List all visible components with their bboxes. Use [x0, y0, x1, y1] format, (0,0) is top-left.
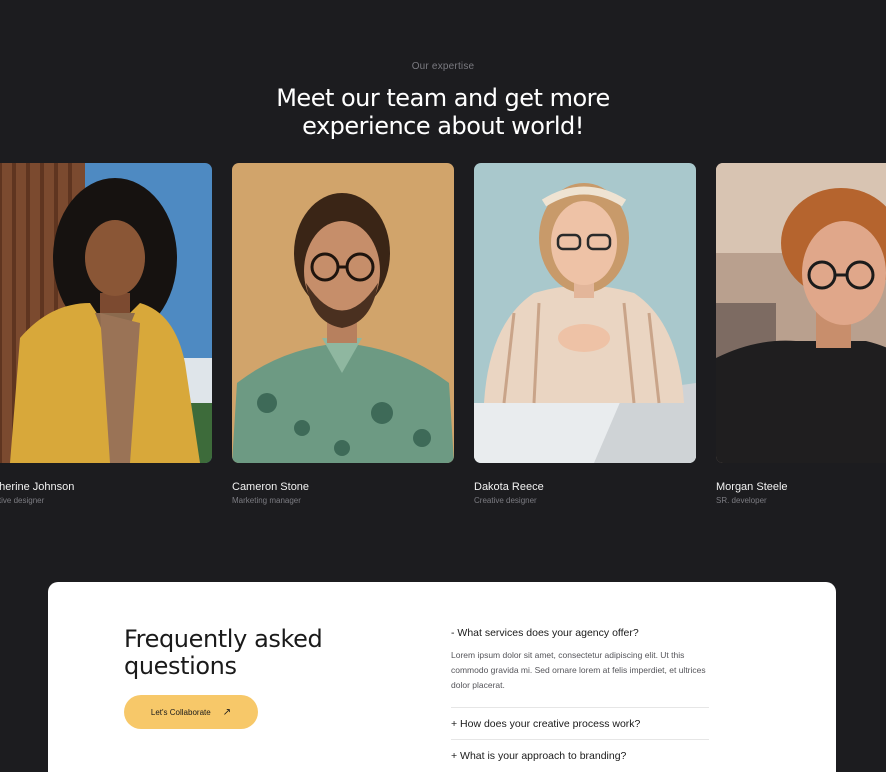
team-card[interactable]: Morgan Steele SR. developer [716, 163, 886, 505]
headline-line-1: Meet our team and get more [276, 84, 610, 112]
lets-collaborate-button[interactable]: Let's Collaborate ↗ [124, 695, 258, 729]
team-member-name: Dakota Reece [474, 481, 544, 493]
faq-title: Frequently asked questions [124, 625, 323, 680]
team-member-role: Creative designer [474, 496, 537, 505]
team-member-name: atherine Johnson [0, 481, 75, 493]
faq-list: - What services does your agency offer? … [451, 626, 709, 771]
team-card[interactable]: atherine Johnson eative designer [0, 163, 212, 505]
team-member-role: Marketing manager [232, 496, 301, 505]
faq-question[interactable]: - What services does your agency offer? [451, 626, 709, 640]
team-member-name: Morgan Steele [716, 481, 788, 493]
faq-title-line-1: Frequently asked [124, 625, 323, 653]
team-member-photo [716, 163, 886, 463]
team-member-photo [474, 163, 696, 463]
team-card[interactable]: Dakota Reece Creative designer [474, 163, 696, 505]
faq-title-line-2: questions [124, 652, 237, 680]
headline-line-2: experience about world! [302, 112, 584, 140]
section-headline: Meet our team and get more experience ab… [0, 84, 886, 140]
faq-question[interactable]: + What is your approach to branding? [451, 749, 709, 763]
faq-item[interactable]: + How does your creative process work? [451, 708, 709, 740]
team-card[interactable]: Cameron Stone Marketing manager [232, 163, 454, 505]
team-member-photo [0, 163, 212, 463]
team-member-name: Cameron Stone [232, 481, 310, 493]
faq-section: Frequently asked questions Let's Collabo… [48, 582, 836, 772]
faq-item[interactable]: - What services does your agency offer? … [451, 626, 709, 708]
arrow-up-right-icon: ↗ [222, 706, 232, 718]
eyebrow-label: Our expertise [411, 61, 475, 72]
team-member-photo [232, 163, 454, 463]
team-member-role: eative designer [0, 496, 45, 505]
team-carousel[interactable]: atherine Johnson eative designer [0, 163, 886, 513]
cta-label: Let's Collaborate [150, 707, 211, 717]
team-member-role: SR. developer [716, 496, 767, 505]
faq-question[interactable]: + How does your creative process work? [451, 717, 709, 731]
faq-answer: Lorem ipsum dolor sit amet, consectetur … [451, 650, 706, 690]
faq-item[interactable]: + What is your approach to branding? [451, 740, 709, 771]
